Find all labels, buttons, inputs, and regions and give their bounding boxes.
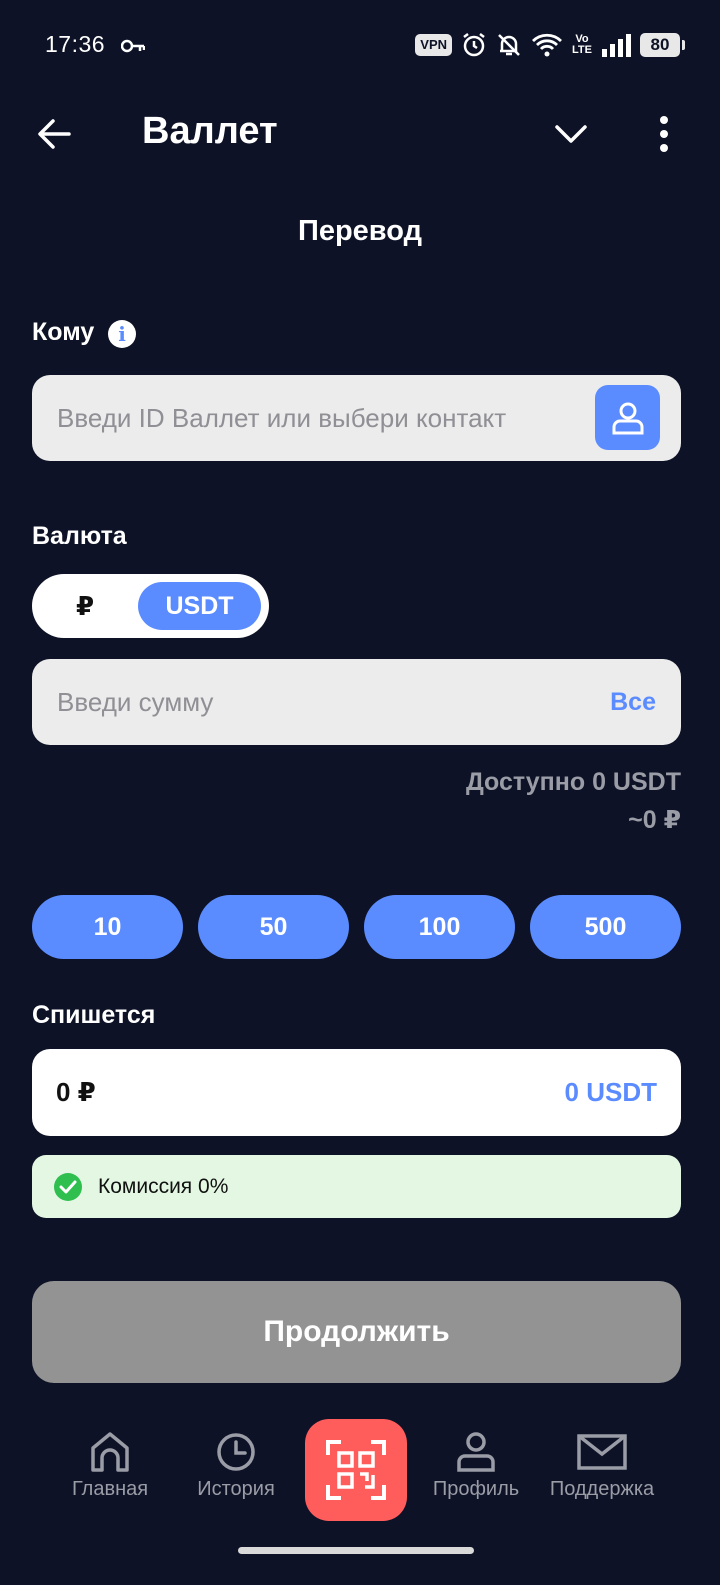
- quick-amount-100[interactable]: 100: [364, 895, 515, 959]
- currency-label: Валюта: [32, 522, 127, 550]
- currency-option-usdt[interactable]: USDT: [138, 582, 261, 630]
- nav-home[interactable]: Главная: [45, 1430, 175, 1501]
- alarm-icon: [463, 33, 485, 57]
- quick-amount-500[interactable]: 500: [530, 895, 681, 959]
- battery-indicator: 80: [640, 33, 685, 57]
- commission-banner: Комиссия 0%: [32, 1155, 681, 1218]
- debit-summary: 0 ₽ 0 USDT: [32, 1049, 681, 1136]
- nav-profile[interactable]: Профиль: [411, 1430, 541, 1501]
- vpn-badge: VPN: [415, 34, 453, 56]
- quick-amount-10[interactable]: 10: [32, 895, 183, 959]
- info-icon[interactable]: i: [108, 320, 136, 348]
- status-icons: VPN Vo LTE 80: [415, 30, 685, 60]
- continue-button[interactable]: Продолжить: [32, 1281, 681, 1383]
- debit-usdt-value: 0 USDT: [564, 1077, 657, 1107]
- debit-rub-value: 0 ₽: [56, 1077, 96, 1107]
- amount-placeholder: Введи сумму: [57, 687, 214, 717]
- commission-text: Комиссия 0%: [98, 1175, 229, 1198]
- recipient-label: Кому: [32, 318, 95, 346]
- profile-icon: [457, 1432, 495, 1472]
- currency-toggle[interactable]: ₽ USDT: [32, 574, 269, 638]
- nav-profile-label: Профиль: [432, 1478, 520, 1500]
- nav-support[interactable]: Поддержка: [537, 1430, 667, 1501]
- all-amount-button[interactable]: Все: [610, 659, 656, 745]
- status-time: 17:36: [45, 31, 106, 57]
- mail-icon: [577, 1434, 627, 1470]
- nav-history-label: История: [197, 1478, 275, 1500]
- available-rub: ~0 ₽: [628, 806, 681, 834]
- nav-home-label: Главная: [71, 1478, 149, 1500]
- screen-title: Перевод: [297, 215, 422, 247]
- volte-indicator: Vo LTE: [572, 34, 592, 56]
- qr-scan-button[interactable]: [305, 1419, 407, 1521]
- select-contact-button[interactable]: [595, 385, 660, 450]
- debit-label: Спишется: [32, 1001, 156, 1029]
- amount-input[interactable]: Введи сумму Все: [32, 659, 681, 745]
- nav-support-label: Поддержка: [549, 1478, 655, 1500]
- wifi-icon: [532, 33, 563, 57]
- check-circle-icon: [54, 1173, 82, 1201]
- recipient-placeholder: Введи ID Валлет или выбери контакт: [57, 403, 507, 433]
- quick-amount-50[interactable]: 50: [198, 895, 349, 959]
- home-indicator[interactable]: [238, 1547, 474, 1554]
- volte-bottom: LTE: [572, 44, 592, 56]
- nav-history[interactable]: История: [171, 1430, 301, 1501]
- back-arrow-icon[interactable]: [36, 116, 72, 152]
- signal-icon: [602, 34, 631, 57]
- qr-scan-icon: [326, 1440, 386, 1500]
- quick-amount-chips: 10 50 100 500: [32, 895, 681, 959]
- recipient-input[interactable]: Введи ID Валлет или выбери контакт: [32, 375, 681, 461]
- contact-icon: [612, 402, 643, 434]
- chevron-down-icon[interactable]: [553, 118, 589, 150]
- key-icon: [121, 39, 145, 53]
- app-title: Валлет: [142, 110, 278, 152]
- currency-option-rub[interactable]: ₽: [62, 574, 108, 638]
- available-balance: Доступно 0 USDT ~0 ₽: [466, 763, 681, 839]
- bell-off-icon: [498, 34, 520, 56]
- home-icon: [91, 1432, 129, 1472]
- clock-icon: [217, 1433, 255, 1471]
- available-usdt: Доступно 0 USDT: [465, 768, 681, 796]
- more-vertical-icon[interactable]: [652, 114, 676, 154]
